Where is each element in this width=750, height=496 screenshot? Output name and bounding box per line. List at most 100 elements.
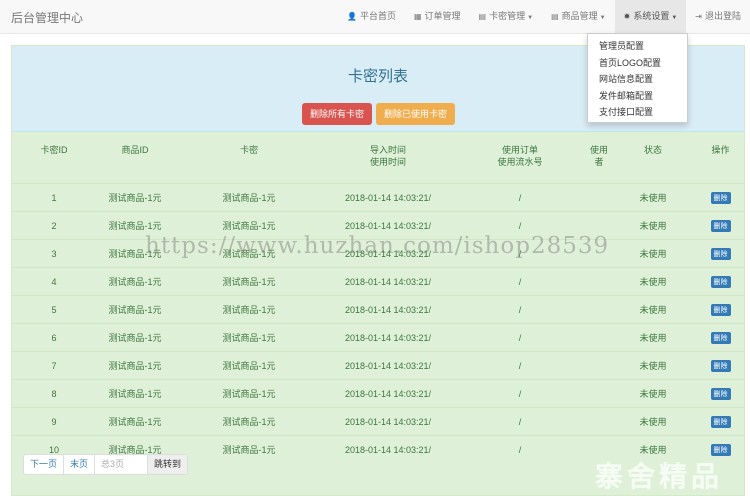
delete-button[interactable]: 删除 bbox=[710, 247, 731, 260]
cell-product: 测试商品-1元 bbox=[96, 407, 174, 436]
cell-card: 测试商品-1元 bbox=[174, 351, 324, 380]
table-row: 7 测试商品-1元 测试商品-1元 2018-01-14 14:03:21/ /… bbox=[12, 351, 745, 380]
nav-menu: 👤 平台首页 ▦ 订单管理 ▤ 卡密管理 ▼ ▤ 商品管理 ▼ ✹ 系统设置 ▼ ⇥ 退出登陆 bbox=[338, 0, 750, 33]
cell-user bbox=[588, 295, 610, 324]
nav-item-1[interactable]: ▦ 订单管理 bbox=[405, 0, 470, 33]
cell-id: 7 bbox=[12, 351, 96, 380]
cell-time: 2018-01-14 14:03:21/ bbox=[324, 435, 452, 463]
gear-icon: ✹ bbox=[623, 12, 631, 21]
cell-card: 测试商品-1元 bbox=[174, 379, 324, 408]
cell-status: 未使用 bbox=[610, 211, 696, 240]
cell-user bbox=[588, 267, 610, 296]
cell-order: / bbox=[452, 435, 588, 463]
cell-order: / bbox=[452, 239, 588, 268]
cell-product: 测试商品-1元 bbox=[96, 183, 174, 212]
watermark-text: 寨舍精品 bbox=[595, 461, 724, 492]
caret-down-icon: ▼ bbox=[671, 15, 678, 21]
last-page-link[interactable]: 末页 bbox=[64, 455, 96, 474]
cell-status: 未使用 bbox=[610, 407, 696, 436]
cell-order: / bbox=[452, 323, 588, 352]
delete-used-button[interactable]: 删除已使用卡密 bbox=[376, 103, 456, 125]
logout-icon: ⇥ bbox=[695, 12, 702, 21]
next-page-link[interactable]: 下一页 bbox=[24, 455, 65, 474]
cell-product: 测试商品-1元 bbox=[96, 211, 174, 240]
cell-order: / bbox=[452, 267, 588, 296]
cell-card: 测试商品-1元 bbox=[174, 323, 324, 352]
cell-card: 测试商品-1元 bbox=[174, 239, 324, 268]
brand[interactable]: 后台管理中心 bbox=[11, 9, 83, 26]
cell-time: 2018-01-14 14:03:21/ bbox=[324, 407, 452, 436]
cell-time: 2018-01-14 14:03:21/ bbox=[324, 323, 452, 352]
nav-item-4[interactable]: ✹ 系统设置 ▼ bbox=[614, 0, 687, 33]
cell-status: 未使用 bbox=[610, 295, 696, 324]
cell-card: 测试商品-1元 bbox=[174, 435, 324, 463]
cell-id: 2 bbox=[12, 211, 96, 240]
cell-order: / bbox=[452, 407, 588, 436]
table-header: 卡密ID 商品ID 卡密 导入时间 使用时间 使用订单 使用流水号 使用者 状态 操… bbox=[12, 138, 745, 184]
col-product: 商品ID bbox=[121, 145, 149, 155]
dropdown-item[interactable]: 管理员配置 bbox=[588, 38, 687, 55]
cell-user bbox=[588, 379, 610, 408]
col-id: 卡密ID bbox=[40, 145, 68, 155]
list-icon: ▤ bbox=[551, 12, 559, 21]
nav-item-5[interactable]: ⇥ 退出登陆 bbox=[686, 0, 750, 33]
table-row: 6 测试商品-1元 测试商品-1元 2018-01-14 14:03:21/ /… bbox=[12, 323, 745, 352]
nav-item-2[interactable]: ▤ 卡密管理 ▼ bbox=[470, 0, 543, 33]
cell-order: / bbox=[452, 295, 588, 324]
cell-card: 测试商品-1元 bbox=[174, 407, 324, 436]
cell-id: 6 bbox=[12, 323, 96, 352]
dropdown-item[interactable]: 网站信息配置 bbox=[588, 71, 687, 88]
nav-item-3[interactable]: ▤ 商品管理 ▼ bbox=[542, 0, 615, 33]
caret-down-icon: ▼ bbox=[599, 15, 606, 21]
cell-status: 未使用 bbox=[610, 379, 696, 408]
cell-product: 测试商品-1元 bbox=[96, 379, 174, 408]
page-input[interactable]: 总3页 bbox=[95, 455, 149, 474]
delete-button[interactable]: 删除 bbox=[710, 359, 731, 372]
cell-id: 4 bbox=[12, 267, 96, 296]
cell-order: / bbox=[452, 351, 588, 380]
dropdown-item[interactable]: 发件邮箱配置 bbox=[588, 88, 687, 105]
cell-time: 2018-01-14 14:03:21/ bbox=[324, 183, 452, 212]
cell-product: 测试商品-1元 bbox=[96, 267, 174, 296]
cell-status: 未使用 bbox=[610, 323, 696, 352]
nav-item-0[interactable]: 👤 平台首页 bbox=[338, 0, 405, 33]
col-status: 状态 bbox=[643, 145, 662, 155]
cell-order: / bbox=[452, 379, 588, 408]
delete-all-button[interactable]: 删除所有卡密 bbox=[302, 103, 373, 125]
cell-product: 测试商品-1元 bbox=[96, 323, 174, 352]
delete-button[interactable]: 删除 bbox=[710, 219, 731, 232]
delete-button[interactable]: 删除 bbox=[710, 331, 731, 344]
cell-status: 未使用 bbox=[610, 183, 696, 212]
delete-button[interactable]: 删除 bbox=[710, 303, 731, 316]
cell-user bbox=[588, 211, 610, 240]
cell-product: 测试商品-1元 bbox=[96, 295, 174, 324]
table-row: 5 测试商品-1元 测试商品-1元 2018-01-14 14:03:21/ /… bbox=[12, 295, 745, 324]
table-row: 1 测试商品-1元 测试商品-1元 2018-01-14 14:03:21/ /… bbox=[12, 183, 745, 212]
cell-card: 测试商品-1元 bbox=[174, 211, 324, 240]
cell-user bbox=[588, 351, 610, 380]
list-icon: ▤ bbox=[478, 12, 487, 21]
table-row: 4 测试商品-1元 测试商品-1元 2018-01-14 14:03:21/ /… bbox=[12, 267, 745, 296]
delete-button[interactable]: 删除 bbox=[710, 415, 731, 428]
cell-status: 未使用 bbox=[610, 267, 696, 296]
cell-user bbox=[588, 239, 610, 268]
cell-user bbox=[588, 407, 610, 436]
col-user: 使用者 bbox=[589, 145, 608, 167]
card-table: 卡密ID 商品ID 卡密 导入时间 使用时间 使用订单 使用流水号 使用者 状态 操… bbox=[12, 138, 745, 463]
cell-product: 测试商品-1元 bbox=[96, 239, 174, 268]
go-button[interactable]: 跳转到 bbox=[148, 455, 188, 474]
cell-status: 未使用 bbox=[610, 351, 696, 380]
delete-button[interactable]: 删除 bbox=[710, 443, 731, 456]
user-icon: 👤 bbox=[346, 12, 357, 21]
delete-button[interactable]: 删除 bbox=[710, 191, 731, 204]
delete-button[interactable]: 删除 bbox=[710, 387, 731, 400]
delete-button[interactable]: 删除 bbox=[710, 275, 731, 288]
cell-product: 测试商品-1元 bbox=[96, 351, 174, 380]
navbar: 后台管理中心 👤 平台首页 ▦ 订单管理 ▤ 卡密管理 ▼ ▤ 商品管理 ▼ ✹ 系统设置 ▼ ⇥ 退出登陆 bbox=[0, 0, 750, 34]
caret-down-icon: ▼ bbox=[527, 15, 534, 21]
dropdown-item[interactable]: 支付接口配置 bbox=[588, 104, 687, 121]
system-settings-dropdown: 管理员配置 首页LOGO配置 网站信息配置 发件邮箱配置 支付接口配置 bbox=[587, 33, 688, 123]
col-card: 卡密 bbox=[239, 145, 258, 155]
dropdown-item[interactable]: 首页LOGO配置 bbox=[588, 55, 687, 72]
cell-card: 测试商品-1元 bbox=[174, 267, 324, 296]
